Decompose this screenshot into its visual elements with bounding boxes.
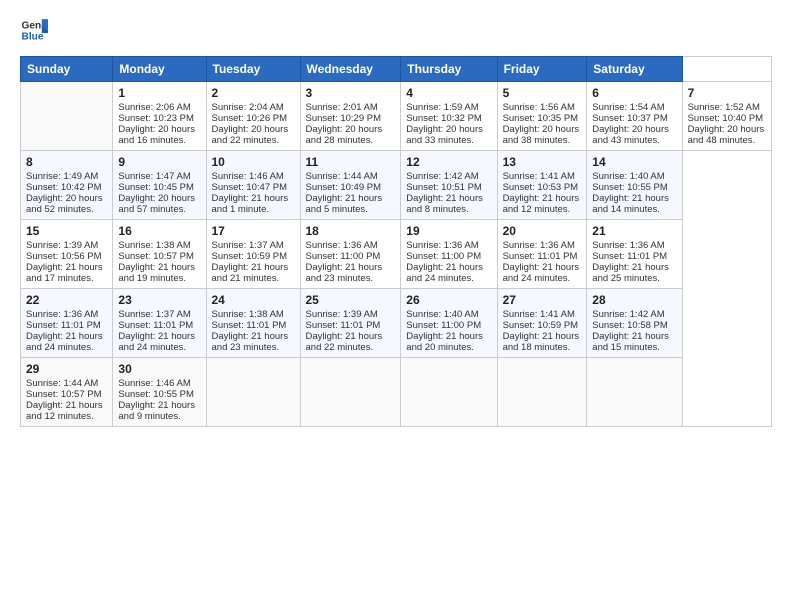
calendar-cell: 8Sunrise: 1:49 AMSunset: 10:42 PMDayligh… — [21, 151, 113, 220]
logo: General Blue — [20, 16, 48, 44]
dow-monday: Monday — [113, 57, 206, 82]
day-number: 26 — [406, 293, 491, 307]
svg-text:Blue: Blue — [22, 31, 44, 42]
calendar-cell: 4Sunrise: 1:59 AMSunset: 10:32 PMDayligh… — [401, 82, 497, 151]
page-header: General Blue — [20, 16, 772, 44]
day-number: 9 — [118, 155, 200, 169]
calendar-cell: 20Sunrise: 1:36 AMSunset: 11:01 PMDaylig… — [497, 220, 587, 289]
calendar-table: SundayMondayTuesdayWednesdayThursdayFrid… — [20, 56, 772, 427]
day-number: 22 — [26, 293, 107, 307]
calendar-cell: 18Sunrise: 1:36 AMSunset: 11:00 PMDaylig… — [300, 220, 401, 289]
calendar-cell: 14Sunrise: 1:40 AMSunset: 10:55 PMDaylig… — [587, 151, 682, 220]
calendar-cell — [587, 358, 682, 427]
calendar-cell — [497, 358, 587, 427]
calendar-cell: 27Sunrise: 1:41 AMSunset: 10:59 PMDaylig… — [497, 289, 587, 358]
calendar-cell: 16Sunrise: 1:38 AMSunset: 10:57 PMDaylig… — [113, 220, 206, 289]
dow-saturday: Saturday — [587, 57, 682, 82]
day-number: 10 — [212, 155, 295, 169]
day-number: 14 — [592, 155, 676, 169]
day-number: 7 — [688, 86, 766, 100]
calendar-cell: 1Sunrise: 2:06 AMSunset: 10:23 PMDayligh… — [113, 82, 206, 151]
calendar-cell: 6Sunrise: 1:54 AMSunset: 10:37 PMDayligh… — [587, 82, 682, 151]
day-number: 15 — [26, 224, 107, 238]
calendar-cell: 9Sunrise: 1:47 AMSunset: 10:45 PMDayligh… — [113, 151, 206, 220]
dow-friday: Friday — [497, 57, 587, 82]
calendar-cell: 15Sunrise: 1:39 AMSunset: 10:56 PMDaylig… — [21, 220, 113, 289]
day-number: 27 — [503, 293, 582, 307]
calendar-cell: 23Sunrise: 1:37 AMSunset: 11:01 PMDaylig… — [113, 289, 206, 358]
calendar-cell: 25Sunrise: 1:39 AMSunset: 11:01 PMDaylig… — [300, 289, 401, 358]
calendar-cell: 7Sunrise: 1:52 AMSunset: 10:40 PMDayligh… — [682, 82, 771, 151]
day-number: 21 — [592, 224, 676, 238]
calendar-cell: 22Sunrise: 1:36 AMSunset: 11:01 PMDaylig… — [21, 289, 113, 358]
calendar-cell: 24Sunrise: 1:38 AMSunset: 11:01 PMDaylig… — [206, 289, 300, 358]
day-number: 12 — [406, 155, 491, 169]
dow-thursday: Thursday — [401, 57, 497, 82]
calendar-cell — [21, 82, 113, 151]
calendar-cell — [300, 358, 401, 427]
calendar-cell: 11Sunrise: 1:44 AMSunset: 10:49 PMDaylig… — [300, 151, 401, 220]
day-number: 24 — [212, 293, 295, 307]
day-number: 23 — [118, 293, 200, 307]
dow-sunday: Sunday — [21, 57, 113, 82]
day-number: 4 — [406, 86, 491, 100]
calendar-cell: 5Sunrise: 1:56 AMSunset: 10:35 PMDayligh… — [497, 82, 587, 151]
day-number: 25 — [306, 293, 396, 307]
day-number: 6 — [592, 86, 676, 100]
calendar-cell: 21Sunrise: 1:36 AMSunset: 11:01 PMDaylig… — [587, 220, 682, 289]
calendar-cell: 26Sunrise: 1:40 AMSunset: 11:00 PMDaylig… — [401, 289, 497, 358]
day-number: 11 — [306, 155, 396, 169]
calendar-cell: 17Sunrise: 1:37 AMSunset: 10:59 PMDaylig… — [206, 220, 300, 289]
day-number: 20 — [503, 224, 582, 238]
day-number: 28 — [592, 293, 676, 307]
day-number: 5 — [503, 86, 582, 100]
calendar-cell: 2Sunrise: 2:04 AMSunset: 10:26 PMDayligh… — [206, 82, 300, 151]
day-number: 30 — [118, 362, 200, 376]
day-number: 13 — [503, 155, 582, 169]
dow-tuesday: Tuesday — [206, 57, 300, 82]
day-number: 3 — [306, 86, 396, 100]
calendar-cell: 28Sunrise: 1:42 AMSunset: 10:58 PMDaylig… — [587, 289, 682, 358]
day-number: 19 — [406, 224, 491, 238]
day-number: 16 — [118, 224, 200, 238]
logo-icon: General Blue — [20, 16, 48, 44]
calendar-cell: 30Sunrise: 1:46 AMSunset: 10:55 PMDaylig… — [113, 358, 206, 427]
day-number: 18 — [306, 224, 396, 238]
calendar-cell — [401, 358, 497, 427]
day-number: 2 — [212, 86, 295, 100]
calendar-cell — [206, 358, 300, 427]
day-number: 1 — [118, 86, 200, 100]
dow-wednesday: Wednesday — [300, 57, 401, 82]
calendar-cell: 29Sunrise: 1:44 AMSunset: 10:57 PMDaylig… — [21, 358, 113, 427]
calendar-cell: 19Sunrise: 1:36 AMSunset: 11:00 PMDaylig… — [401, 220, 497, 289]
day-number: 8 — [26, 155, 107, 169]
calendar-cell: 12Sunrise: 1:42 AMSunset: 10:51 PMDaylig… — [401, 151, 497, 220]
day-number: 29 — [26, 362, 107, 376]
calendar-cell: 13Sunrise: 1:41 AMSunset: 10:53 PMDaylig… — [497, 151, 587, 220]
day-number: 17 — [212, 224, 295, 238]
calendar-cell: 3Sunrise: 2:01 AMSunset: 10:29 PMDayligh… — [300, 82, 401, 151]
calendar-cell: 10Sunrise: 1:46 AMSunset: 10:47 PMDaylig… — [206, 151, 300, 220]
